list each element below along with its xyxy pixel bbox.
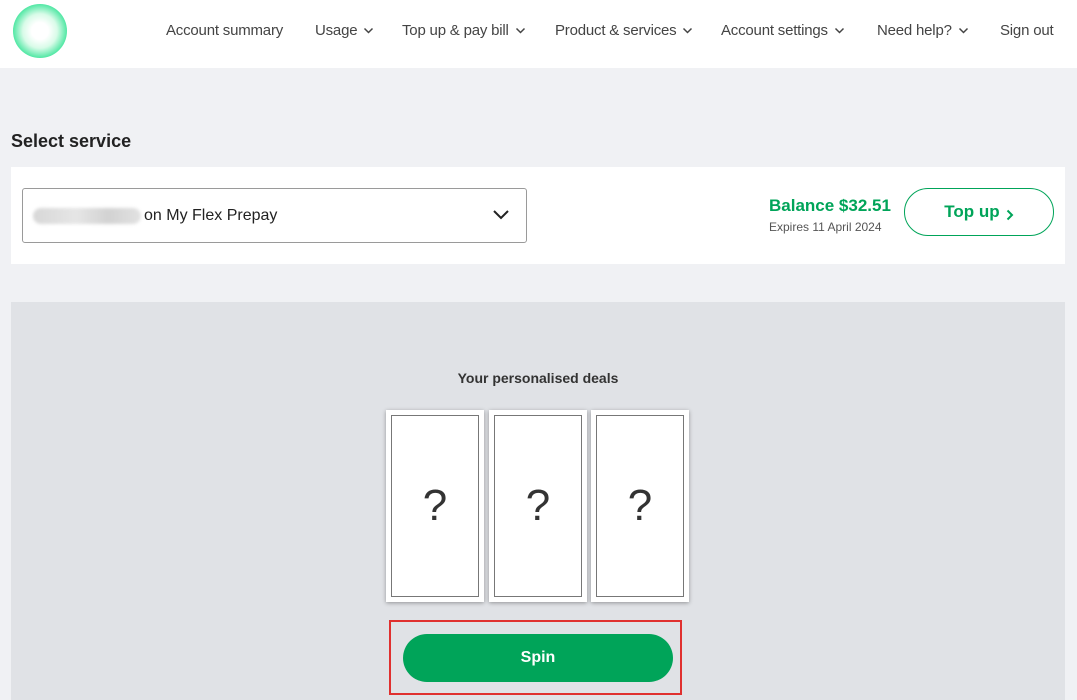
chevron-down-icon — [834, 25, 845, 36]
deal-card-face: ? — [494, 415, 582, 597]
chevron-down-icon — [515, 25, 526, 36]
spin-label: Spin — [520, 649, 556, 666]
deal-card-face: ? — [391, 415, 479, 597]
nav-item-label: Top up & pay bill — [402, 22, 509, 39]
top-up-label: Top up — [944, 202, 1000, 221]
balance-expiry: Expires 11 April 2024 — [769, 220, 882, 234]
nav-item-label: Product & services — [555, 22, 677, 39]
nav-top-up-pay-bill[interactable]: Top up & pay bill — [402, 22, 526, 39]
main-nav: Account summary Usage Top up & pay bill … — [0, 22, 1077, 42]
nav-item-label: Usage — [315, 22, 358, 39]
spin-button[interactable]: Spin — [403, 634, 673, 682]
nav-need-help[interactable]: Need help? — [877, 22, 969, 39]
service-plan-label: on My Flex Prepay — [144, 207, 278, 224]
service-card: on My Flex Prepay Balance $32.51 Expires… — [11, 167, 1065, 264]
chevron-down-icon — [682, 25, 693, 36]
deal-card: ? — [489, 410, 587, 602]
deal-card-mystery-mark: ? — [525, 481, 551, 530]
top-navigation-bar: Account summary Usage Top up & pay bill … — [0, 0, 1077, 68]
balance-amount: Balance $32.51 — [769, 196, 891, 215]
deal-card: ? — [386, 410, 484, 602]
nav-item-label: Account settings — [721, 22, 828, 39]
deal-card-mystery-mark: ? — [422, 481, 448, 530]
nav-item-label: Need help? — [877, 22, 952, 39]
nav-item-label: Sign out — [1000, 22, 1054, 39]
deals-title: Your personalised deals — [457, 370, 619, 386]
redacted-phone-number — [33, 208, 141, 224]
nav-item-label: Account summary — [166, 22, 284, 39]
nav-usage[interactable]: Usage — [315, 22, 374, 39]
chevron-down-icon — [492, 208, 510, 222]
chevron-down-icon — [958, 25, 969, 36]
personalised-deals-panel: Your personalised deals ? ? ? Spin — [11, 302, 1065, 700]
nav-product-services[interactable]: Product & services — [555, 22, 693, 39]
deal-card-face: ? — [596, 415, 684, 597]
nav-account-settings[interactable]: Account settings — [721, 22, 845, 39]
top-up-button[interactable]: Top up — [904, 188, 1054, 236]
deal-card-mystery-mark: ? — [627, 481, 653, 530]
nav-account-summary[interactable]: Account summary — [166, 22, 283, 39]
service-select[interactable]: on My Flex Prepay — [22, 188, 527, 243]
nav-sign-out[interactable]: Sign out — [1000, 22, 1054, 39]
section-title: Select service — [11, 131, 132, 151]
chevron-down-icon — [363, 25, 374, 36]
chevron-right-icon — [1006, 206, 1014, 221]
deal-card: ? — [591, 410, 689, 602]
